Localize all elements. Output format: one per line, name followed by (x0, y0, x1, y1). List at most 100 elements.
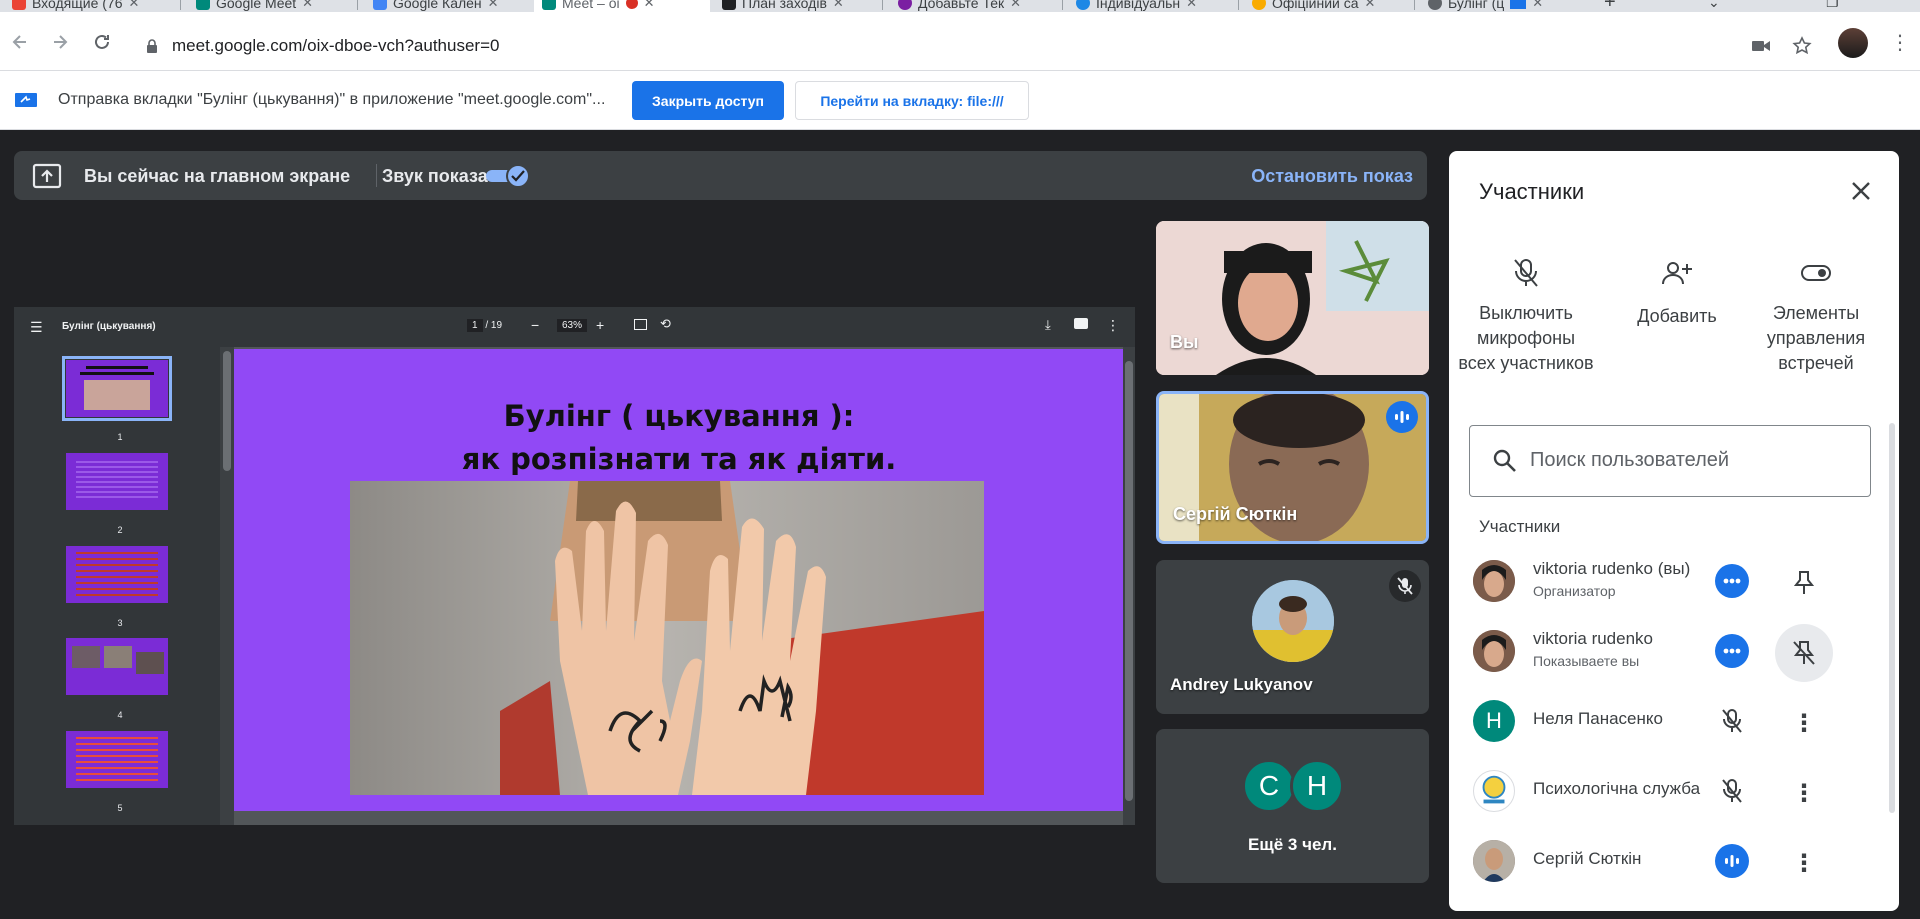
present-screen-icon (32, 163, 62, 189)
participants-section-label: Участники (1479, 517, 1561, 536)
tab-close-icon[interactable]: ✕ (302, 0, 313, 11)
thumbnail-page-5[interactable] (66, 731, 168, 788)
people-panel: Участники Выключить микрофоны всех участ… (1449, 151, 1899, 911)
panel-scrollbar[interactable] (1889, 423, 1895, 813)
tab-individual[interactable]: Індивідуальн ✕ (1068, 0, 1205, 12)
avatar (1473, 770, 1515, 812)
menu-icon[interactable]: ☰ (30, 319, 43, 336)
tab-close-icon[interactable]: ✕ (1186, 0, 1197, 11)
rotate-icon[interactable]: ⟲ (660, 316, 671, 332)
arrow-right-icon (54, 35, 68, 49)
add-people-action[interactable]: Добавить (1608, 251, 1746, 326)
more-horiz-icon (1723, 578, 1741, 584)
forward-button[interactable] (50, 32, 70, 56)
back-button[interactable] (10, 32, 30, 56)
tab-bullying[interactable]: Булінг (ц ✕ (1420, 0, 1551, 12)
go-to-tab-button[interactable]: Перейти на вкладку: file:/// (795, 81, 1029, 120)
page-indicator: 1 / 19 (467, 319, 502, 332)
presenting-status: Вы сейчас на главном экране (84, 166, 351, 186)
pdf-scrollbar[interactable] (1123, 347, 1135, 825)
stop-sharing-button[interactable]: Закрыть доступ (632, 81, 784, 120)
close-icon[interactable] (1847, 177, 1875, 205)
tab-official-site[interactable]: Офіційний са ✕ (1244, 0, 1383, 12)
tab-label: План заходів (742, 0, 827, 11)
thumbnail-page-2[interactable] (66, 453, 168, 510)
mic-off-icon (1389, 570, 1421, 602)
reload-button[interactable] (92, 32, 112, 56)
thumbnail-text (76, 461, 158, 501)
more-participants-tile[interactable]: С Н Ещё 3 чел. (1156, 729, 1429, 883)
tab-label: Meet – oi (562, 0, 620, 11)
self-video-tile[interactable]: Вы (1156, 221, 1429, 375)
cast-tab-icon (15, 93, 37, 107)
camera-icon[interactable] (1752, 40, 1770, 52)
fit-page-icon[interactable] (634, 319, 647, 330)
more-options-button[interactable]: ⋮ (1775, 834, 1833, 892)
stop-presenting-button[interactable]: Остановить показ (1251, 166, 1413, 187)
more-options-button[interactable]: ⋮ (1775, 694, 1833, 752)
download-icon[interactable]: ⤓ (1045, 317, 1051, 333)
pdf-page: Булінг ( цькування ): як розпізнати та я… (234, 349, 1124, 811)
zoom-in-button[interactable]: + (596, 317, 604, 333)
sound-toggle[interactable] (486, 164, 530, 188)
more-vert-icon[interactable]: ⋮ (1106, 317, 1120, 334)
tab-close-icon[interactable]: ✕ (1532, 0, 1543, 11)
check-icon (511, 170, 525, 182)
more-options-button[interactable] (1715, 564, 1749, 598)
gmail-icon (12, 0, 26, 10)
pin-button[interactable] (1775, 554, 1833, 612)
profile-avatar[interactable] (1838, 28, 1868, 58)
mute-all-action[interactable]: Выключить микрофоны всех участников (1457, 251, 1595, 376)
lock-icon[interactable] (146, 39, 158, 54)
print-icon[interactable] (1074, 318, 1088, 329)
more-options-button[interactable] (1715, 634, 1749, 668)
tab-search-button[interactable]: ⌄ (1700, 0, 1728, 12)
thumbnail-sidebar: 1 2 3 4 5 (14, 347, 220, 825)
tab-label: Google Кален (393, 0, 482, 11)
tab-plan[interactable]: План заходів ✕ (714, 0, 852, 12)
address-bar[interactable]: meet.google.com/oix-dboe-vch?authuser=0 (172, 36, 499, 56)
thumbnail-page-4[interactable] (66, 638, 168, 695)
thumbnail-scrollbar[interactable] (220, 347, 234, 825)
tab-close-icon[interactable]: ✕ (129, 0, 140, 11)
tab-google-calendar[interactable]: Google Кален ✕ (365, 0, 507, 12)
thumbnail-page-1[interactable] (62, 356, 172, 421)
tab-label: Входящие (76 (32, 0, 123, 11)
meeting-controls-action[interactable]: Элементы управления встречей (1747, 251, 1885, 376)
speaking-indicator-icon (1715, 844, 1749, 878)
zoom-out-button[interactable]: − (531, 317, 539, 333)
sharing-message: Отправка вкладки "Булінг (цькування)" в … (58, 91, 606, 108)
participant-tile-andrey[interactable]: Andrey Lukyanov (1156, 560, 1429, 714)
tab-close-icon[interactable]: ✕ (644, 0, 655, 11)
thumbnail-text (80, 372, 154, 375)
window-maximize-button[interactable]: ❐ (1818, 0, 1847, 12)
more-vert-icon[interactable]: ⋮ (1890, 30, 1910, 55)
more-options-button[interactable]: ⋮ (1775, 764, 1833, 822)
slide-title-line-2: як розпізнати та як діяти. (461, 442, 897, 476)
tab-sharing-infobar: Отправка вкладки "Булінг (цькування)" в … (0, 70, 1920, 130)
more-vert-icon: ⋮ (1792, 709, 1816, 737)
tab-close-icon[interactable]: ✕ (488, 0, 499, 11)
sound-label: Звук показа (382, 166, 488, 186)
shield-icon (898, 0, 912, 10)
star-icon[interactable] (1792, 36, 1812, 56)
more-vert-icon: ⋮ (1792, 849, 1816, 877)
tab-close-icon[interactable]: ✕ (1365, 0, 1376, 11)
search-people-input[interactable]: Поиск пользователей (1469, 425, 1871, 497)
thumbnail-page-3[interactable] (66, 546, 168, 603)
tab-add-text[interactable]: Добавьте Тек ✕ (890, 0, 1029, 12)
speaker-video-tile[interactable]: Сергій Сюткін (1156, 391, 1429, 544)
more-horiz-icon (1723, 648, 1741, 654)
zoom-input[interactable]: 63% (557, 319, 588, 332)
tab-close-icon[interactable]: ✕ (833, 0, 844, 11)
tab-close-icon[interactable]: ✕ (1010, 0, 1021, 11)
thumbnail-number: 1 (117, 432, 123, 442)
tab-meet-active[interactable]: Meet – oi ✕ (534, 0, 710, 12)
toggle-icon (1747, 251, 1885, 295)
unpin-button[interactable] (1775, 624, 1833, 682)
page-input[interactable]: 1 (467, 319, 483, 332)
participant-row: viktoria rudenko Показываете вы (1449, 615, 1899, 685)
new-tab-button[interactable]: + (1596, 0, 1624, 12)
tab-google-meet[interactable]: Google Meet ✕ (188, 0, 321, 12)
tab-gmail[interactable]: Входящие (76 ✕ (4, 0, 147, 12)
